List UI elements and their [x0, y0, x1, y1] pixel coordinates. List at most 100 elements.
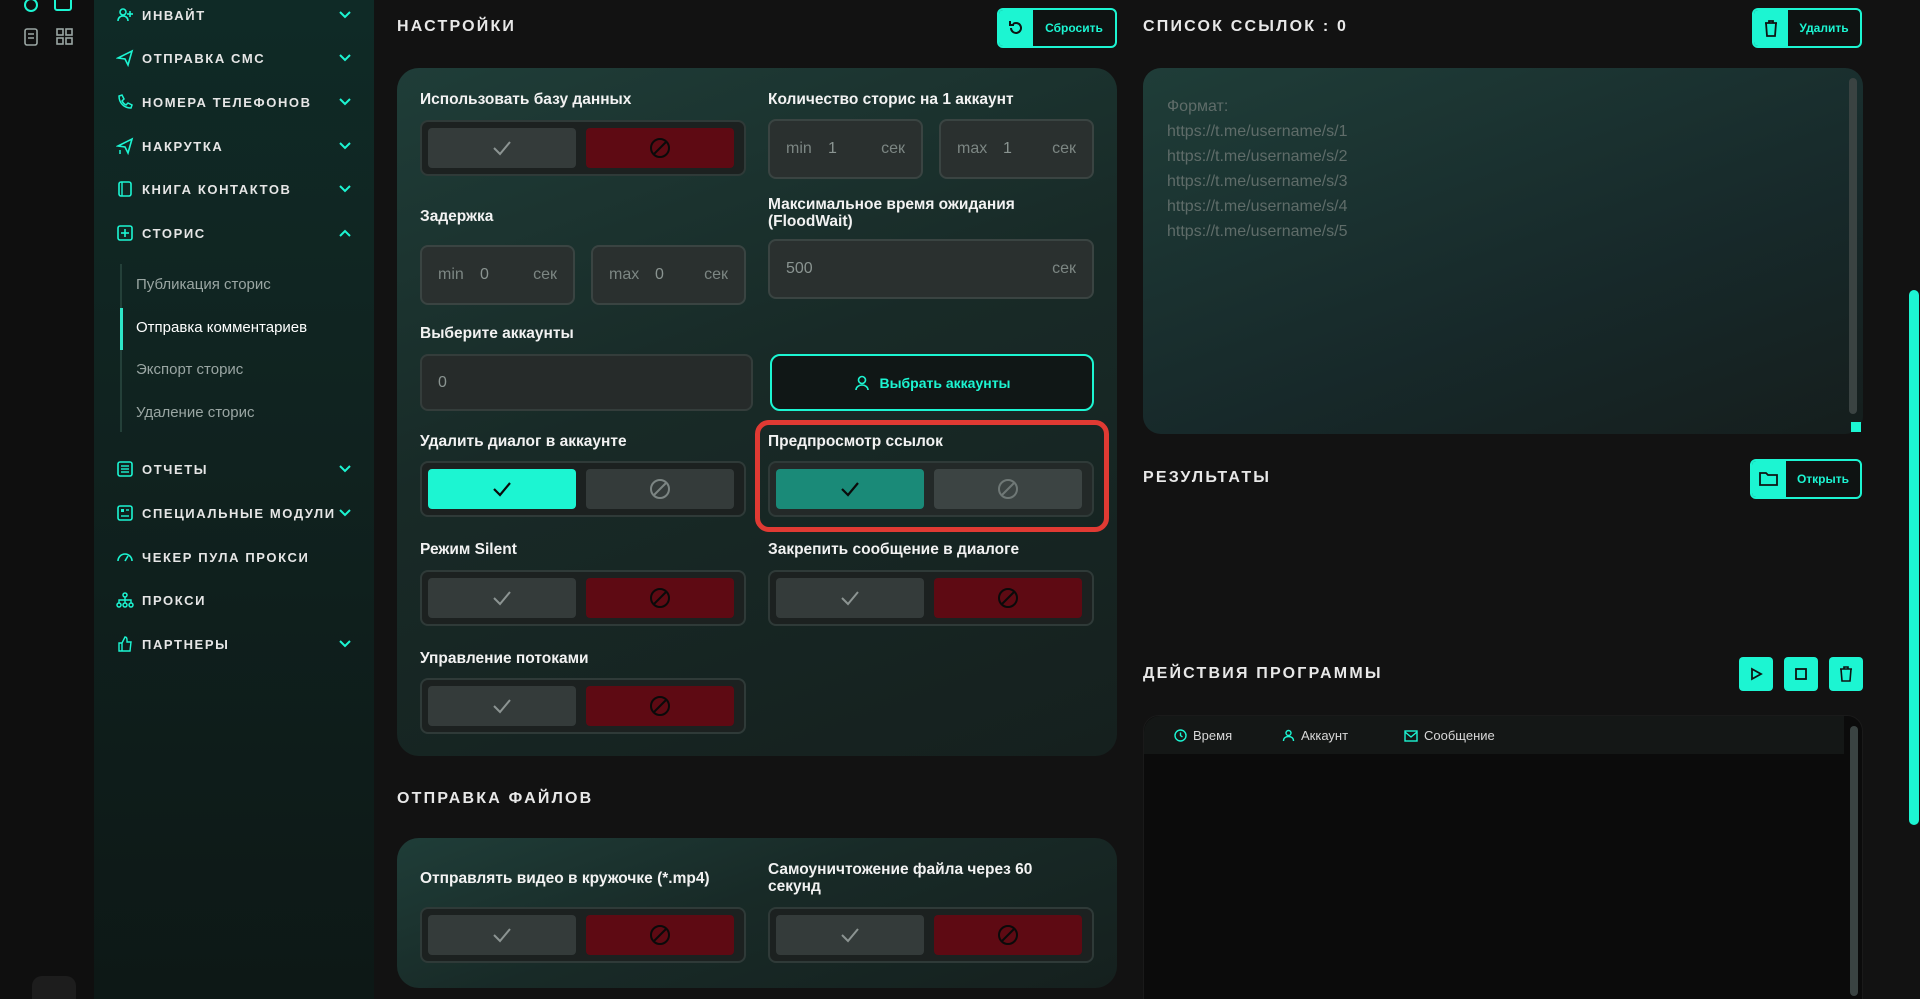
ban-icon: [650, 138, 670, 158]
threads-toggle: [420, 678, 746, 734]
send-plus-icon: [116, 137, 134, 155]
reset-button[interactable]: Сбросить: [997, 8, 1117, 48]
log-scrollbar[interactable]: [1850, 726, 1858, 996]
sidebar-item-sms[interactable]: ОТПРАВКА СМС: [94, 38, 374, 78]
sidebar-item-stories[interactable]: СТОРИС: [94, 213, 374, 253]
silent-yes-button[interactable]: [428, 578, 576, 618]
select-accounts-button[interactable]: Выбрать аккаунты: [770, 354, 1094, 411]
folder-icon: [1759, 472, 1778, 486]
pin-yes-button[interactable]: [776, 578, 924, 618]
monitor-icon[interactable]: [52, 0, 74, 16]
chevron-down-icon: [339, 640, 351, 648]
subnav-item-delete[interactable]: Удаление сторис: [136, 404, 254, 421]
self-destruct-no-button[interactable]: [934, 915, 1082, 955]
actions-log: Время Аккаунт Сообщение: [1143, 715, 1863, 999]
user-icon: [1282, 729, 1295, 742]
delete-links-button[interactable]: Удалить: [1752, 8, 1862, 48]
use-db-no-button[interactable]: [586, 128, 734, 168]
modules-icon: [117, 505, 133, 521]
sidebar-item-label: ИНВАЙТ: [142, 7, 206, 23]
check-icon: [493, 141, 511, 156]
grid-icon[interactable]: [54, 26, 76, 48]
delay-min-input[interactable]: min 0 сек: [420, 245, 575, 305]
sidebar-item-label: ПРОКСИ: [142, 592, 207, 608]
sidebar-item-label: ПАРТНЕРЫ: [142, 636, 230, 652]
check-icon: [493, 482, 511, 497]
log-col-account-label: Аккаунт: [1301, 728, 1349, 743]
plus-square-icon: [117, 225, 133, 241]
min-prefix: min: [438, 266, 464, 283]
accounts-count-input[interactable]: 0: [420, 354, 753, 411]
video-yes-button[interactable]: [428, 915, 576, 955]
links-textarea[interactable]: Формат: https://t.me/username/s/1 https:…: [1143, 68, 1863, 434]
use-db-yes-button[interactable]: [428, 128, 576, 168]
threads-no-button[interactable]: [586, 686, 734, 726]
delete-dialog-no-button[interactable]: [586, 469, 734, 509]
links-scrollbar[interactable]: [1849, 78, 1857, 414]
sidebar-item-proxy[interactable]: ПРОКСИ: [94, 580, 374, 620]
subnav-item-export[interactable]: Экспорт сторис: [136, 361, 243, 378]
stories-max-value: 1: [1003, 140, 1012, 157]
chevron-down-icon: [339, 185, 351, 193]
unit-suffix: сек: [881, 140, 905, 157]
subnav-active-indicator: [120, 308, 123, 350]
ban-icon: [998, 588, 1018, 608]
log-col-account[interactable]: Аккаунт: [1282, 728, 1348, 743]
links-title: СПИСОК ССЫЛОК : 0: [1143, 18, 1349, 35]
reset-icon: [1009, 21, 1022, 34]
silent-no-button[interactable]: [586, 578, 734, 618]
subnav-item-comments[interactable]: Отправка комментариев: [136, 319, 307, 336]
ban-icon: [650, 696, 670, 716]
stories-max-input[interactable]: max 1 сек: [939, 119, 1094, 179]
book-icon: [118, 181, 132, 197]
floodwait-value: 500: [786, 260, 813, 277]
clear-log-button[interactable]: [1829, 657, 1863, 691]
delay-min-value: 0: [480, 266, 489, 283]
unit-suffix: сек: [533, 266, 557, 283]
self-destruct-line1: Самоуничтожение файла через 60: [768, 861, 1033, 878]
video-no-button[interactable]: [586, 915, 734, 955]
sidebar-item-reports[interactable]: ОТЧЕТЫ: [94, 449, 374, 489]
chevron-up-icon: [339, 229, 351, 237]
threads-yes-button[interactable]: [428, 686, 576, 726]
document-icon[interactable]: [20, 26, 42, 48]
delay-max-value: 0: [655, 266, 664, 283]
ban-icon: [650, 479, 670, 499]
log-col-message[interactable]: Сообщение: [1404, 728, 1495, 743]
files-title: ОТПРАВКА ФАЙЛОВ: [397, 790, 594, 807]
floodwait-input[interactable]: 500 сек: [768, 239, 1094, 299]
play-button[interactable]: [1739, 657, 1773, 691]
sidebar-item-partners[interactable]: ПАРТНЕРЫ: [94, 624, 374, 664]
self-destruct-yes-button[interactable]: [776, 915, 924, 955]
left-rail: [0, 0, 94, 999]
pin-no-button[interactable]: [934, 578, 1082, 618]
pin-message-toggle: [768, 570, 1094, 626]
silent-toggle: [420, 570, 746, 626]
page-scrollbar[interactable]: [1909, 290, 1919, 825]
chevron-down-icon: [339, 11, 351, 19]
sidebar-item-modules[interactable]: СПЕЦИАЛЬНЫЕ МОДУЛИ: [94, 493, 374, 533]
check-icon: [493, 928, 511, 943]
resize-handle-icon[interactable]: [1851, 422, 1861, 432]
pin-message-label: Закрепить сообщение в диалоге: [768, 541, 1020, 558]
sidebar-item-label: НАКРУТКА: [142, 138, 224, 154]
rail-bottom-button[interactable]: [32, 976, 76, 999]
sidebar-item-phones[interactable]: НОМЕРА ТЕЛЕФОНОВ: [94, 82, 374, 122]
video-circle-label: Отправлять видео в кружочке (*.mp4): [420, 870, 710, 887]
sidebar-item-proxy-checker[interactable]: ЧЕКЕР ПУЛА ПРОКСИ: [94, 537, 374, 577]
delay-max-input[interactable]: max 0 сек: [591, 245, 746, 305]
stories-min-input[interactable]: min 1 сек: [768, 119, 923, 179]
chevron-down-icon: [339, 465, 351, 473]
self-destruct-toggle: [768, 907, 1094, 963]
stop-button[interactable]: [1784, 657, 1818, 691]
log-col-time[interactable]: Время: [1174, 728, 1232, 743]
user-plus-icon: [117, 8, 133, 22]
video-circle-toggle: [420, 907, 746, 963]
open-results-button[interactable]: Открыть: [1750, 459, 1862, 499]
sidebar-item-contacts[interactable]: КНИГА КОНТАКТОВ: [94, 169, 374, 209]
subnav-item-publish[interactable]: Публикация сторис: [136, 276, 271, 293]
delete-dialog-yes-button[interactable]: [428, 469, 576, 509]
sidebar-item-boost[interactable]: НАКРУТКА: [94, 126, 374, 166]
settings-icon[interactable]: [20, 0, 42, 16]
sidebar-item-invite[interactable]: ИНВАЙТ: [94, 0, 374, 35]
